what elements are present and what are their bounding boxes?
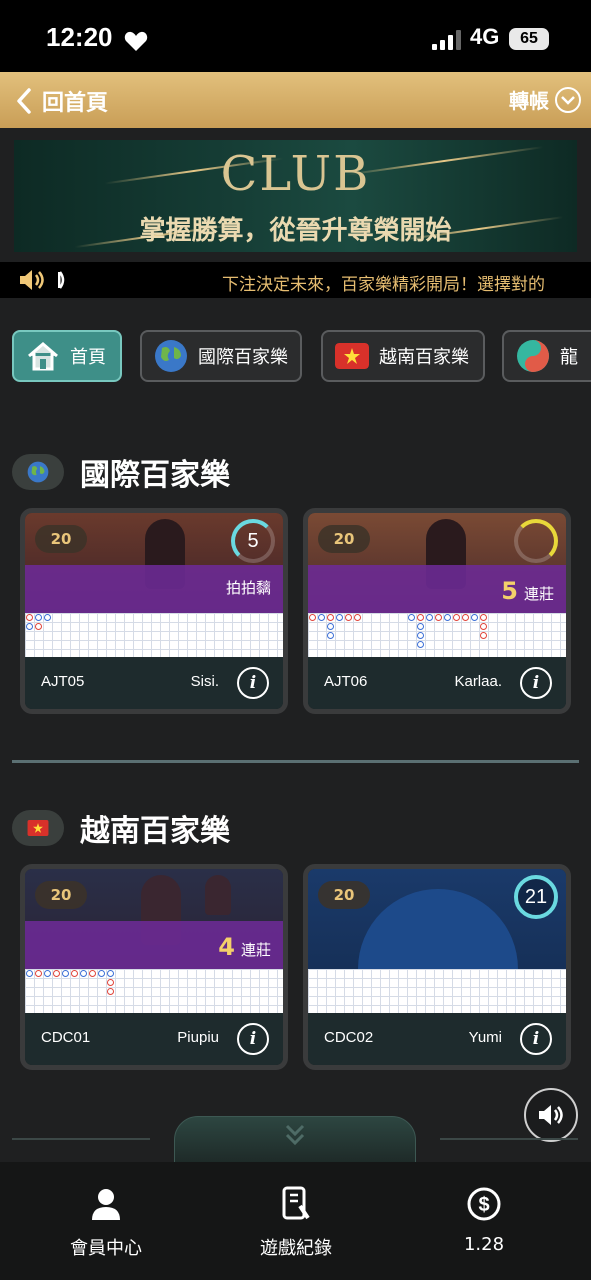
transfer-button[interactable]: 轉帳 — [509, 85, 581, 114]
vietnam-flag-icon — [12, 810, 64, 846]
tab-label: 國際百家樂 — [198, 347, 288, 368]
section-title: 國際百家樂 — [80, 458, 230, 493]
home-icon — [28, 342, 58, 371]
tab-label: 龍 — [560, 347, 578, 368]
game-table-card[interactable]: 20 21 CDC02 Yumi i — [303, 864, 571, 1070]
marquee-text: 下注決定未來，百家樂精彩開局！選擇對的 — [222, 275, 545, 295]
nav-label: 遊戲紀錄 — [260, 1238, 332, 1259]
promo-banner[interactable]: CLUB 掌握勝算，從晉升尊榮開始 — [14, 140, 577, 252]
section-divider — [12, 760, 579, 763]
dealer-name: Yumi — [468, 1029, 502, 1046]
top-header: 回首頁 轉帳 — [0, 72, 591, 128]
nav-balance[interactable]: $ 1.28 — [414, 1184, 554, 1255]
tab-home[interactable]: 首頁 — [12, 330, 122, 382]
table-info-bar: AJT06 Karlaa. i — [308, 657, 566, 709]
banner-brand: CLUB — [220, 146, 371, 202]
network-type: 4G — [470, 24, 500, 49]
table-id: CDC01 — [41, 1029, 91, 1046]
chevron-left-icon — [17, 88, 31, 114]
nav-game-records[interactable]: 遊戲紀錄 — [226, 1184, 366, 1260]
table-info-bar: AJT05 Sisi. i — [25, 657, 283, 709]
globe-icon — [12, 454, 64, 490]
tab-vietnam-baccarat[interactable]: 越南百家樂 — [321, 330, 485, 382]
bottom-nav: 會員中心 遊戲紀錄 $ 1.28 — [0, 1162, 591, 1280]
page: 12:20 4G 65 回首頁 轉帳 CLUB 掌握勝算，從晉升尊榮開始 下注決… — [0, 0, 591, 1280]
table-status: 拍拍黐 — [225, 579, 271, 597]
sound-toggle-button[interactable] — [524, 1088, 578, 1142]
tab-dragon[interactable]: 龍 — [502, 330, 591, 382]
chevron-down-icon — [555, 86, 581, 113]
dragon-icon — [517, 340, 549, 372]
game-table-card[interactable]: 20 5 連莊 AJT06 Karlaa. i — [303, 508, 571, 714]
round-count-badge: 20 — [35, 525, 87, 553]
category-tabs: 首頁 國際百家樂 越南百家樂 龍 — [12, 330, 591, 382]
back-home-button[interactable]: 回首頁 — [16, 85, 108, 117]
tab-international-baccarat[interactable]: 國際百家樂 — [140, 330, 302, 382]
globe-icon — [155, 340, 187, 372]
countdown-timer — [514, 519, 558, 563]
section-title: 越南百家樂 — [80, 814, 230, 849]
nav-label: 會員中心 — [70, 1238, 142, 1259]
section-header-international: 國際百家樂 — [12, 450, 230, 494]
bead-road — [308, 613, 566, 657]
info-icon[interactable]: i — [520, 667, 552, 699]
dealer-name: Karlaa. — [454, 673, 502, 690]
dealer-name: Piupiu — [177, 1029, 219, 1046]
collapse-handle[interactable] — [174, 1116, 416, 1164]
record-icon — [282, 1186, 310, 1220]
divider-line — [12, 1138, 150, 1140]
table-status: 4 連莊 — [218, 933, 271, 961]
game-table-card[interactable]: 20 5 拍拍黐 AJT05 Sisi. i — [20, 508, 288, 714]
bead-road — [308, 969, 566, 1013]
vietnam-flag-icon — [335, 343, 369, 369]
announcement-marquee: 下注決定未來，百家樂精彩開局！選擇對的 — [0, 262, 591, 298]
heart-icon — [124, 31, 148, 51]
user-icon — [92, 1189, 120, 1220]
table-id: AJT06 — [324, 673, 368, 690]
chevron-double-down-icon — [285, 1124, 305, 1146]
round-count-badge: 20 — [318, 881, 370, 909]
info-icon[interactable]: i — [237, 1023, 269, 1055]
table-id: AJT05 — [41, 673, 85, 690]
table-status: 5 連莊 — [501, 577, 554, 605]
round-count-badge: 20 — [318, 525, 370, 553]
table-info-bar: CDC02 Yumi i — [308, 1013, 566, 1065]
dollar-icon: $ — [467, 1187, 501, 1221]
game-table-card[interactable]: 20 4 連莊 CDC01 Piupiu i — [20, 864, 288, 1070]
svg-text:$: $ — [478, 1194, 489, 1216]
countdown-timer: 21 — [514, 875, 558, 919]
banner-slogan: 掌握勝算，從晉升尊榮開始 — [139, 216, 452, 246]
info-icon[interactable]: i — [237, 667, 269, 699]
signal-icon — [432, 30, 462, 50]
bead-road — [25, 613, 283, 657]
nav-member-center[interactable]: 會員中心 — [36, 1184, 176, 1260]
bead-road — [25, 969, 283, 1013]
transfer-label: 轉帳 — [509, 89, 549, 113]
battery-icon: 65 — [509, 28, 549, 50]
countdown-timer: 5 — [231, 519, 275, 563]
divider-line — [440, 1138, 578, 1140]
nav-label: 1.28 — [463, 1234, 505, 1255]
status-bar: 12:20 4G 65 — [0, 0, 591, 72]
round-count-badge: 20 — [35, 881, 87, 909]
section-header-vietnam: 越南百家樂 — [12, 806, 230, 850]
speaker-icon — [539, 1105, 563, 1125]
tab-label: 越南百家樂 — [379, 347, 469, 368]
table-info-bar: CDC01 Piupiu i — [25, 1013, 283, 1065]
table-id: CDC02 — [324, 1029, 374, 1046]
back-home-label: 回首頁 — [42, 91, 109, 116]
tab-label: 首頁 — [70, 347, 106, 368]
dealer-name: Sisi. — [190, 673, 219, 690]
clock: 12:20 — [46, 22, 113, 52]
info-icon[interactable]: i — [520, 1023, 552, 1055]
speaker-icon[interactable] — [18, 268, 70, 292]
